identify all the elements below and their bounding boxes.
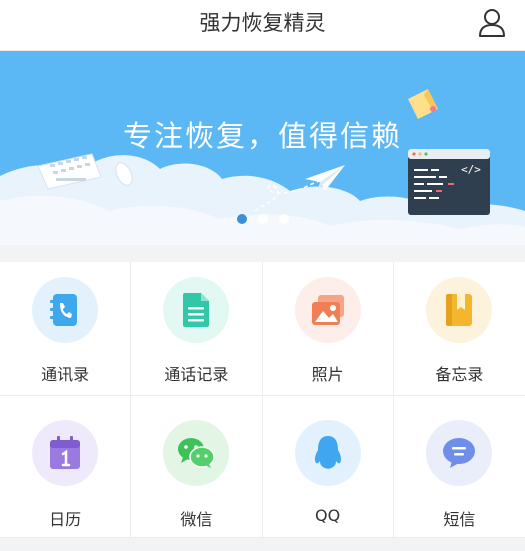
feature-contacts[interactable]: 通讯录 <box>0 262 132 396</box>
feature-wechat[interactable]: 微信 <box>131 396 263 538</box>
feature-label: 照片 <box>311 365 344 384</box>
user-icon <box>479 9 505 37</box>
recovery-feature-grid: 通讯录 通话记录 照片 备忘录 日历 微信 QQ 短信 <box>0 262 525 538</box>
feature-label: 微信 <box>180 510 213 529</box>
feature-label: 备忘录 <box>435 365 484 384</box>
page-title: 强力恢复精灵 <box>199 11 326 35</box>
carousel-dot[interactable] <box>257 214 268 224</box>
qq-icon <box>314 436 341 469</box>
call-log-icon <box>183 293 210 327</box>
feature-qq[interactable]: QQ <box>262 396 394 538</box>
feature-call-log[interactable]: 通话记录 <box>131 262 263 396</box>
user-button[interactable] <box>475 6 509 40</box>
carousel-dot[interactable] <box>236 214 247 224</box>
photo-icon <box>311 295 344 325</box>
banner-slogan: 专注恢复，值得信赖 <box>122 119 402 153</box>
feature-label: 短信 <box>443 510 476 529</box>
contacts-icon <box>50 294 78 326</box>
memo-icon <box>446 294 473 326</box>
calendar-icon <box>50 436 81 469</box>
promo-banner[interactable]: </> 专注恢复，值得信赖 <box>0 51 525 245</box>
feature-label: 日历 <box>49 510 82 529</box>
sms-icon <box>443 438 476 468</box>
feature-sms[interactable]: 短信 <box>393 396 525 538</box>
wechat-icon <box>178 438 216 468</box>
carousel-indicator <box>0 214 525 226</box>
code-window-illustration: </> <box>408 149 490 215</box>
feature-calendar[interactable]: 日历 <box>0 396 132 538</box>
feature-label: 通话记录 <box>164 365 229 384</box>
feature-memo[interactable]: 备忘录 <box>393 262 525 396</box>
app-header: 强力恢复精灵 <box>0 0 525 51</box>
feature-label: 通讯录 <box>41 365 90 384</box>
feature-label: QQ <box>315 506 341 525</box>
code-tag-text: </> <box>461 163 481 176</box>
feature-photos[interactable]: 照片 <box>262 262 394 396</box>
carousel-dot[interactable] <box>278 214 289 224</box>
